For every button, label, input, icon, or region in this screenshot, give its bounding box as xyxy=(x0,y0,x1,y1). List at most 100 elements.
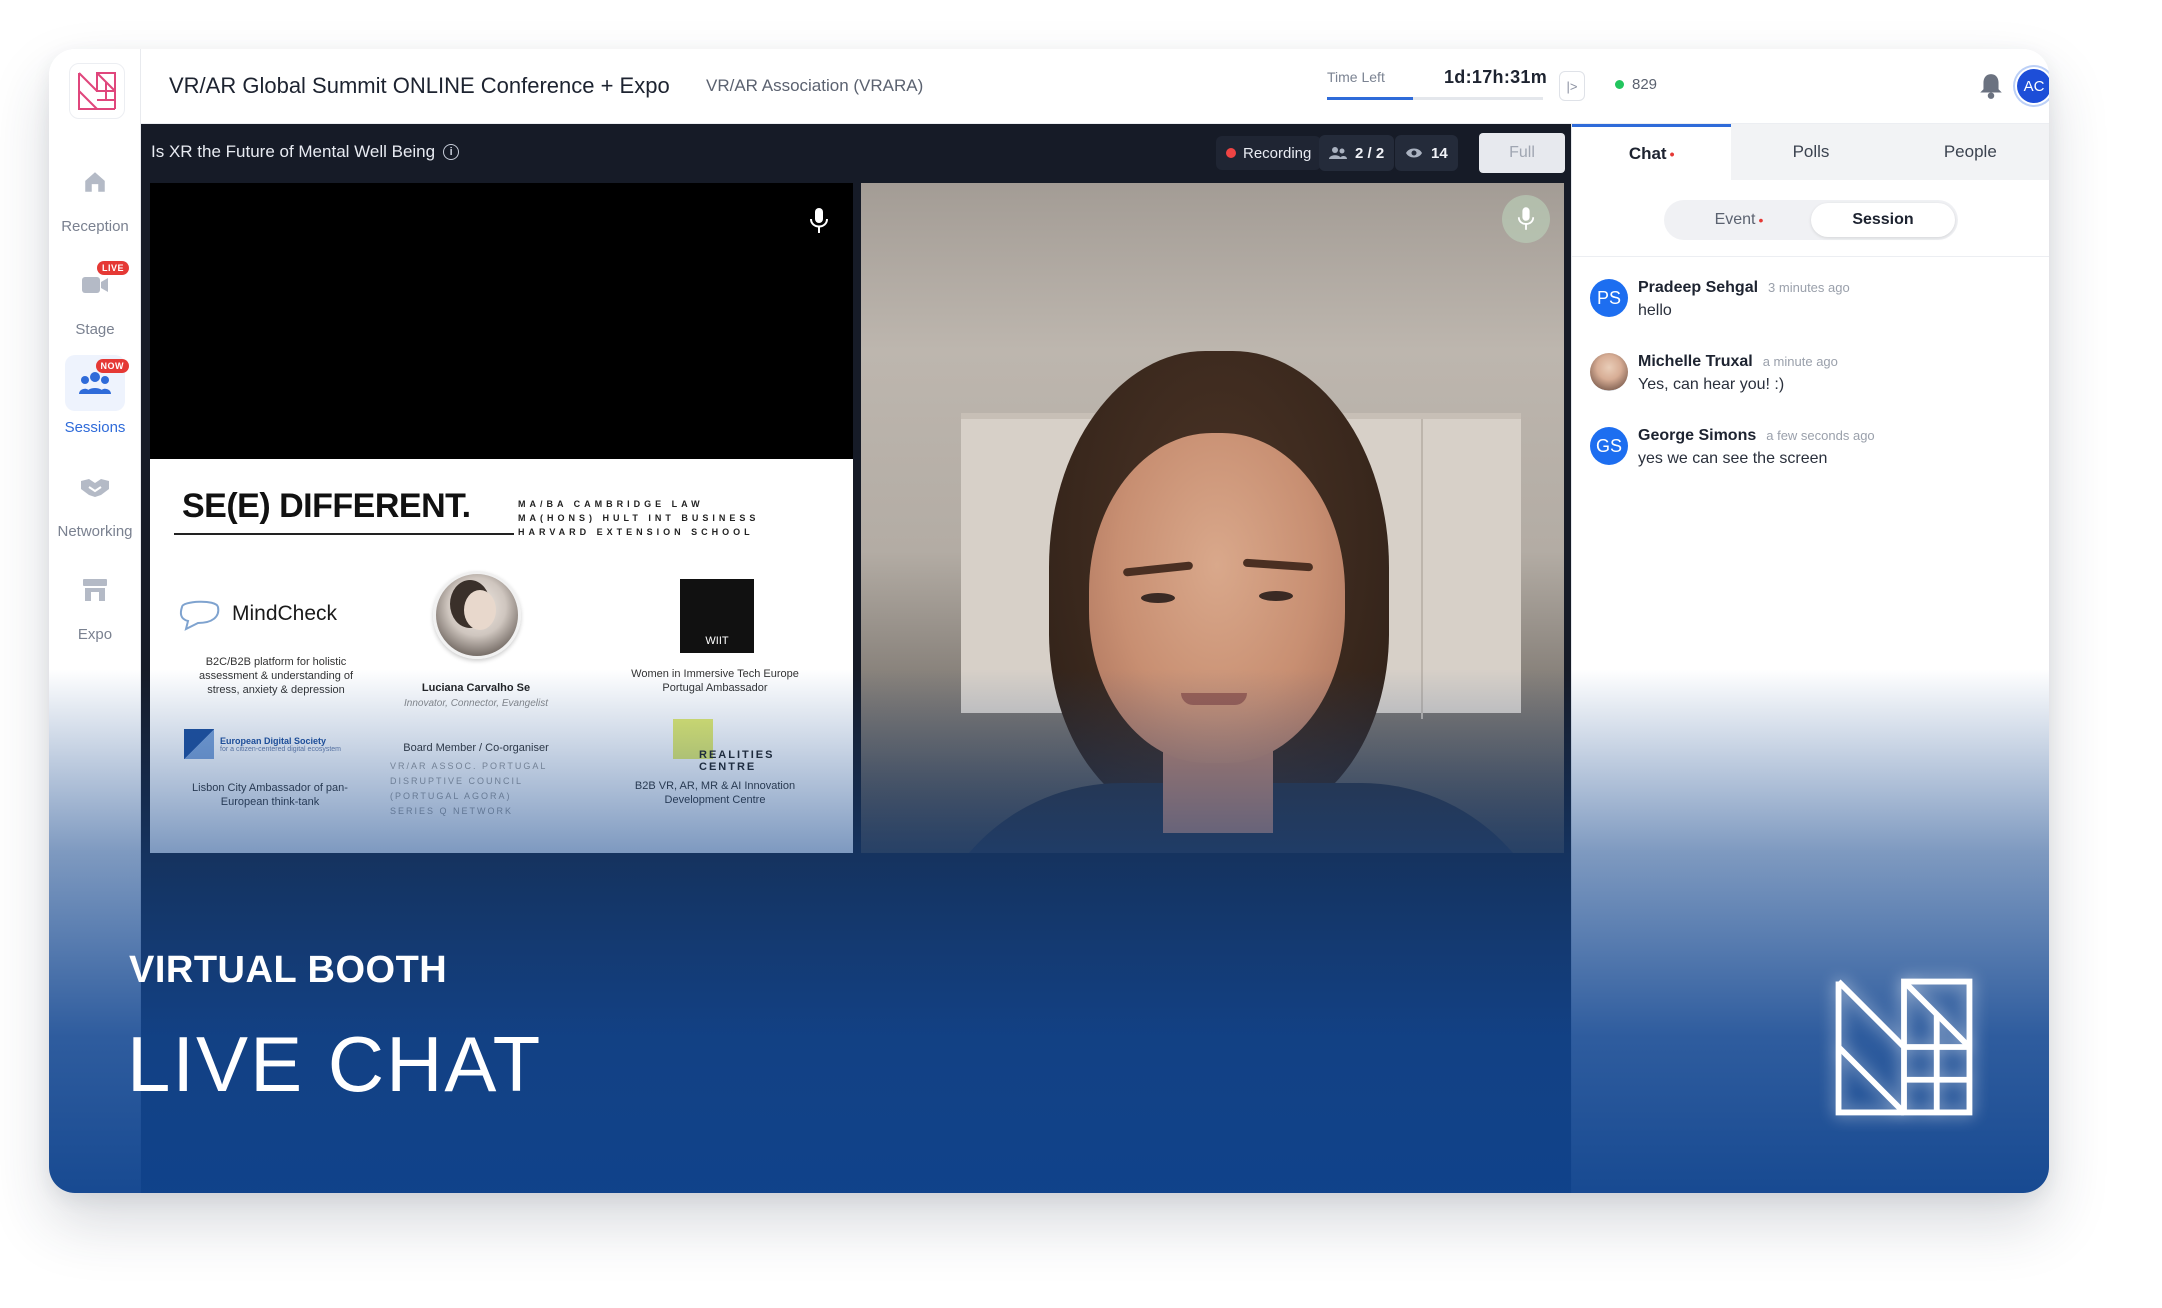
wiit-logo: WIIT xyxy=(680,579,754,653)
home-icon xyxy=(85,172,105,192)
mindcheck-description: B2C/B2B platform for holistic assessment… xyxy=(198,656,354,696)
brand-logo-icon xyxy=(78,72,116,110)
info-icon[interactable]: i xyxy=(443,144,460,160)
board-org: VR/AR ASSOC. PORTUGAL xyxy=(390,761,548,771)
microphone-icon[interactable] xyxy=(809,207,829,235)
online-count: 829 xyxy=(1615,76,1657,93)
speaker-name: Luciana Carvalho Se xyxy=(421,682,531,694)
tab-people[interactable]: People xyxy=(1891,124,2049,180)
divider xyxy=(1572,256,2049,257)
subtab-event[interactable]: Event • xyxy=(1667,203,1811,237)
microphone-active-icon[interactable] xyxy=(1502,195,1550,243)
eds-description: Lisbon City Ambassador of pan-European t… xyxy=(192,782,348,808)
mindcheck-logo: MindCheck xyxy=(176,597,337,631)
participants-icon xyxy=(1329,147,1347,159)
tab-label: People xyxy=(1943,142,1997,161)
tab-polls[interactable]: Polls xyxy=(1731,124,1890,180)
handshake-icon xyxy=(81,479,109,497)
avatar[interactable]: PS xyxy=(1590,279,1628,317)
collapse-panel-button[interactable]: |> xyxy=(1559,71,1585,101)
board-org: (PORTUGAL AGORA) xyxy=(390,791,512,801)
marketing-subtitle: VIRTUAL BOOTH xyxy=(129,949,448,991)
message-timestamp: a few seconds ago xyxy=(1766,428,1875,443)
organizer-name: VR/AR Association (VRARA) xyxy=(706,76,924,95)
user-avatar[interactable]: AC xyxy=(2017,69,2049,103)
full-button[interactable]: Full xyxy=(1479,133,1565,173)
board-orgs: VR/AR ASSOC. PORTUGAL DISRUPTIVE COUNCIL… xyxy=(386,759,566,819)
notification-bell-icon[interactable] xyxy=(1978,72,2004,100)
time-left-progress xyxy=(1327,97,1543,100)
message-text: Yes, can hear you! :) xyxy=(1638,376,1785,393)
subtab-label: Event xyxy=(1714,211,1756,228)
sidebar-item-expo[interactable]: Expo xyxy=(55,562,135,643)
event-title: VR/AR Global Summit ONLINE Conference + … xyxy=(169,73,670,98)
chat-scope-toggle: Event • Session xyxy=(1664,200,1958,240)
eds-name: European Digital Society xyxy=(220,735,327,746)
message-author[interactable]: George Simons xyxy=(1638,427,1756,445)
sidebar-item-label: Stage xyxy=(75,321,115,338)
sidebar-item-label: Expo xyxy=(77,626,113,643)
board-org: SERIES Q NETWORK xyxy=(390,806,514,816)
chat-message: Michelle Truxal a minute ago Yes, can he… xyxy=(1590,353,1838,394)
avatar[interactable] xyxy=(1590,353,1628,391)
slide-title: SE(E) DIFFERENT. xyxy=(182,487,471,525)
realities-logo: REALITIES CENTRE xyxy=(673,719,772,773)
realities-description: B2B VR, AR, MR & AI Innovation Developme… xyxy=(634,780,796,806)
sidebar-item-reception[interactable]: Reception xyxy=(55,154,135,235)
tab-label: Polls xyxy=(1792,142,1830,161)
sidebar-item-label: Networking xyxy=(57,523,133,540)
qualification-line: MA/BA CAMBRIDGE LAW xyxy=(518,499,704,509)
tab-chat[interactable]: Chat • xyxy=(1572,124,1732,180)
session-title-text: Is XR the Future of Mental Well Being xyxy=(151,142,436,161)
online-status-icon xyxy=(1615,80,1624,89)
top-bar: VR/AR Global Summit ONLINE Conference + … xyxy=(141,49,2049,124)
screenshare-tile[interactable]: SE(E) DIFFERENT. MA/BA CAMBRIDGE LAW MA(… xyxy=(150,183,853,853)
viewers-count[interactable]: 14 xyxy=(1395,135,1458,171)
live-badge: LIVE xyxy=(96,261,129,275)
session-title: Is XR the Future of Mental Well Being i xyxy=(151,142,460,162)
eds-tagline: for a citizen-centered digital ecosystem xyxy=(220,745,341,753)
mindcheck-name: MindCheck xyxy=(232,602,338,625)
subtab-label: Session xyxy=(1852,211,1914,228)
presentation-slide: SE(E) DIFFERENT. MA/BA CAMBRIDGE LAW MA(… xyxy=(150,459,853,853)
unread-dot-icon: • xyxy=(1758,212,1764,228)
participants-count[interactable]: 2 / 2 xyxy=(1319,135,1395,171)
board-org: DISRUPTIVE COUNCIL xyxy=(390,776,524,786)
speaker-portrait xyxy=(433,571,521,659)
unread-dot-icon: • xyxy=(1669,145,1675,162)
sidebar-item-sessions[interactable]: NOW Sessions xyxy=(55,355,135,436)
panel-tabs: Chat • Polls People xyxy=(1572,124,2049,180)
brand-mark-icon xyxy=(1835,978,1973,1116)
message-author[interactable]: Pradeep Sehgal xyxy=(1638,279,1758,297)
viewers-value: 14 xyxy=(1431,144,1448,162)
message-text: hello xyxy=(1638,302,1672,319)
sidebar-item-label: Sessions xyxy=(64,419,126,436)
sidebar-item-networking[interactable]: Networking xyxy=(55,459,135,540)
sidebar-item-label: Reception xyxy=(61,218,129,235)
board-label: Board Member / Co-organiser xyxy=(403,742,549,754)
eye-icon xyxy=(1406,148,1422,158)
message-timestamp: 3 minutes ago xyxy=(1768,280,1850,295)
speech-bubble-icon xyxy=(179,600,220,631)
avatar[interactable]: GS xyxy=(1590,427,1628,465)
webcam-tile[interactable] xyxy=(861,183,1564,853)
slide-qualifications: MA/BA CAMBRIDGE LAW MA(HONS) HULT INT BU… xyxy=(518,497,759,539)
recording-dot-icon xyxy=(1226,148,1236,158)
recording-label: Recording xyxy=(1243,144,1312,162)
wiit-label: WIIT xyxy=(705,635,729,647)
marketing-headline: LIVE CHAT xyxy=(127,1020,543,1108)
time-left-label: Time Left xyxy=(1327,69,1385,85)
speaker-role: Innovator, Connector, Evangelist xyxy=(404,698,548,709)
message-timestamp: a minute ago xyxy=(1762,354,1838,369)
realities-name: REALITIES CENTRE xyxy=(699,749,775,773)
now-badge: NOW xyxy=(95,359,129,373)
chat-message: PS Pradeep Sehgal 3 minutes ago hello xyxy=(1590,279,1850,320)
chat-message: GS George Simons a few seconds ago yes w… xyxy=(1590,427,1875,468)
time-left-progress-fill xyxy=(1327,97,1414,100)
sidebar-item-stage[interactable]: LIVE Stage xyxy=(55,257,135,338)
brand-logo[interactable] xyxy=(69,63,125,119)
message-author[interactable]: Michelle Truxal xyxy=(1638,353,1753,371)
eds-logo-icon xyxy=(184,729,214,759)
online-count-value: 829 xyxy=(1632,76,1658,93)
subtab-session[interactable]: Session xyxy=(1811,203,1955,237)
